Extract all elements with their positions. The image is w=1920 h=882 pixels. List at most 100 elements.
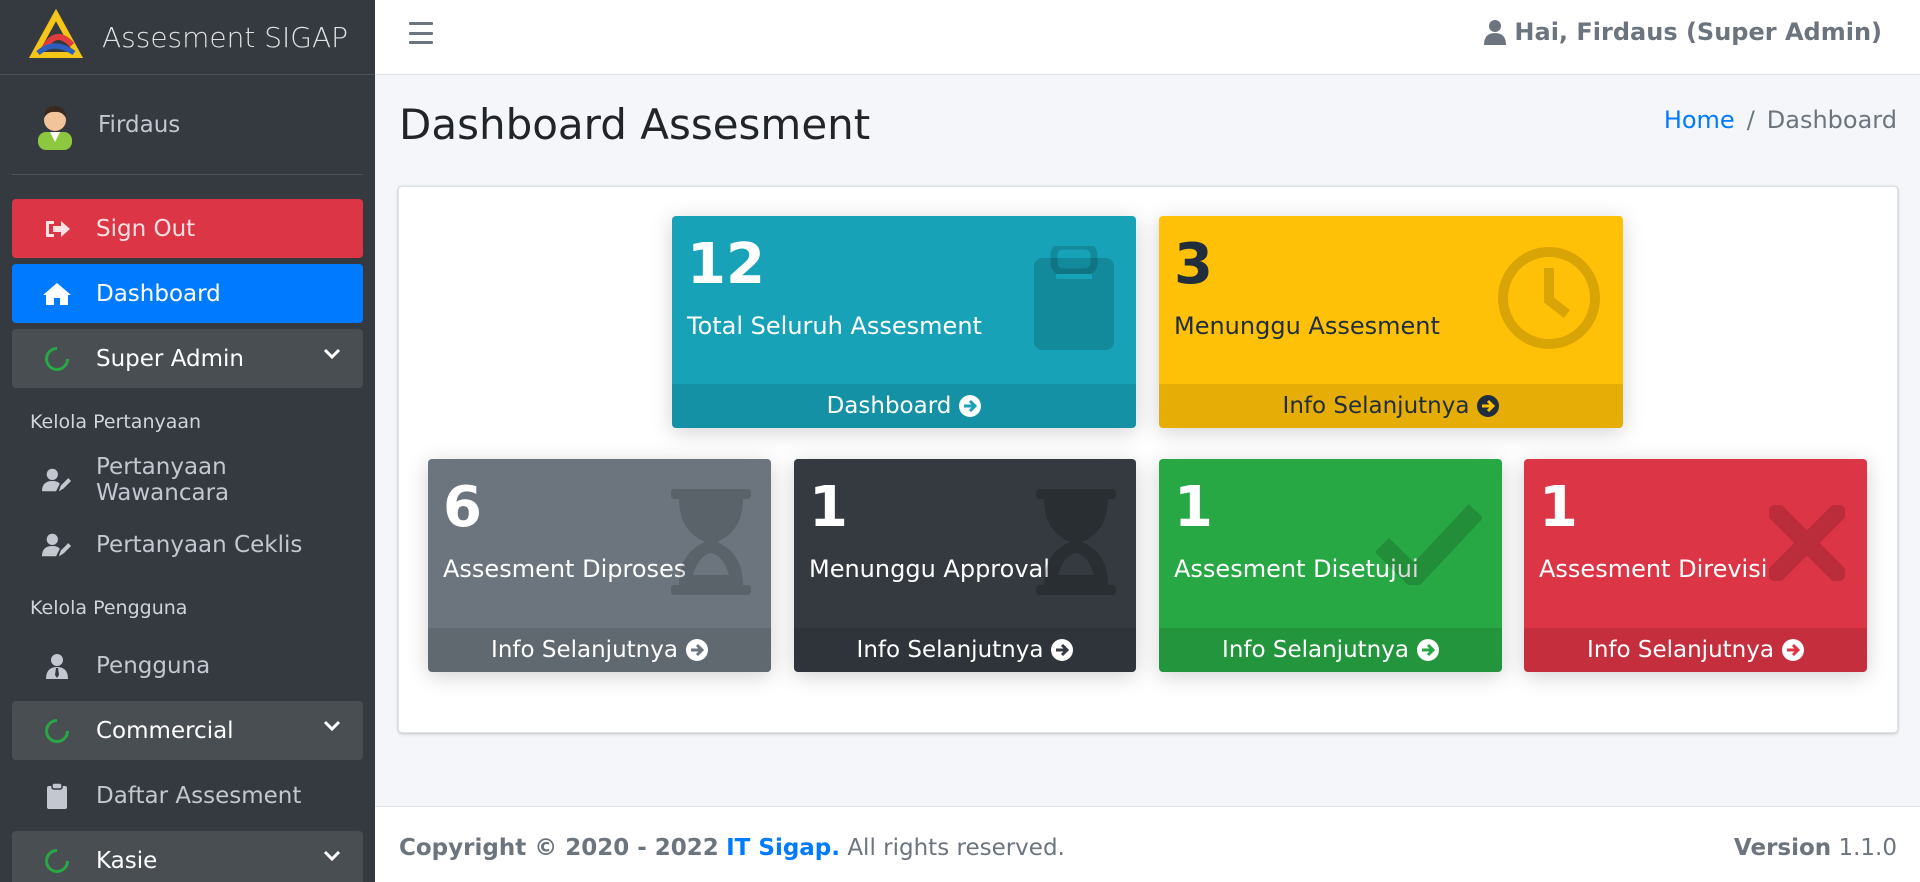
avatar <box>38 105 72 150</box>
box-label: Assesment Diproses <box>443 555 687 583</box>
sidebar-item-label: Pertanyaan Wawancara <box>96 453 230 506</box>
chevron-down-icon <box>323 850 341 862</box>
chevron-down-icon <box>323 720 341 732</box>
sidebar-item-label: Dashboard <box>96 280 221 307</box>
breadcrumb: Home / Dashboard <box>1664 106 1897 134</box>
sidebar-item-kasie[interactable]: Kasie <box>12 831 363 882</box>
company-link[interactable]: IT Sigap. <box>726 835 840 861</box>
user-panel-name: Firdaus <box>98 111 181 138</box>
box-value: 1 <box>809 475 848 540</box>
circle-notch-icon <box>40 341 74 376</box>
breadcrumb-separator: / <box>1746 106 1755 134</box>
box-footer-link[interactable]: Dashboard <box>672 384 1136 428</box>
hourglass-icon <box>671 489 751 595</box>
content-header: Dashboard Assesment Home / Dashboard <box>375 76 1920 186</box>
info-box-direvisi: 1 Assesment Direvisi Info Selanjutnya <box>1524 459 1867 672</box>
arrow-circle-right-icon <box>1051 639 1074 661</box>
info-box-approval: 1 Menunggu Approval Info Selanjutnya <box>794 459 1136 672</box>
sidebar-item-super-admin[interactable]: Super Admin <box>12 329 363 388</box>
rights-text: All rights reserved. <box>847 835 1065 861</box>
sidebar-item-pengguna[interactable]: Pengguna <box>12 636 363 695</box>
circle-notch-icon <box>40 713 74 748</box>
box-value: 12 <box>687 232 765 297</box>
arrow-circle-right-icon <box>1477 395 1500 417</box>
version-info: Version 1.1.0 <box>1734 835 1897 861</box>
clock-icon <box>1498 247 1600 349</box>
box-label: Menunggu Assesment <box>1174 312 1440 340</box>
box-value: 6 <box>443 475 482 540</box>
box-footer-label: Info Selanjutnya <box>1222 637 1409 663</box>
page-title: Dashboard Assesment <box>399 100 871 149</box>
box-label: Total Seluruh Assesment <box>687 312 982 340</box>
sidebar-item-dashboard[interactable]: Dashboard <box>12 264 363 323</box>
brand-link[interactable]: Assesment SIGAP <box>0 0 375 75</box>
box-footer-label: Info Selanjutnya <box>856 637 1044 663</box>
box-footer-link[interactable]: Info Selanjutnya <box>1524 628 1867 672</box>
box-label: Assesment Direvisi <box>1539 555 1768 583</box>
sidebar-item-sign-out[interactable]: Sign Out <box>12 199 363 258</box>
sidebar-item-daftar-assesment[interactable]: Daftar Assesment <box>12 766 363 825</box>
info-box-diproses: 6 Assesment Diproses Info Selanjutnya <box>428 459 771 672</box>
brand-logo-icon <box>28 9 84 58</box>
sidebar-item-label: Daftar Assesment <box>96 782 302 809</box>
user-panel[interactable]: Firdaus <box>12 75 363 175</box>
box-label: Menunggu Approval <box>809 555 1050 583</box>
main-header: Hai, Firdaus (Super Admin) <box>375 0 1920 75</box>
info-box-total: 12 Total Seluruh Assesment Dashboard <box>672 216 1136 428</box>
breadcrumb-home[interactable]: Home <box>1664 106 1735 134</box>
copyright: Copyright © 2020 - 2022 IT Sigap. All ri… <box>399 835 1065 861</box>
box-value: 3 <box>1174 232 1213 297</box>
menu-toggle-icon[interactable] <box>409 22 433 44</box>
home-icon <box>42 279 72 309</box>
user-icon <box>1484 20 1507 45</box>
box-value: 1 <box>1539 475 1578 540</box>
sidebar-item-label: Kasie <box>96 847 158 874</box>
brand-title: Assesment SIGAP <box>102 20 349 54</box>
box-footer-link[interactable]: Info Selanjutnya <box>1159 384 1623 428</box>
circle-notch-icon <box>40 843 74 878</box>
breadcrumb-current: Dashboard <box>1766 106 1897 134</box>
box-footer-link[interactable]: Info Selanjutnya <box>794 628 1136 672</box>
copyright-prefix: Copyright © 2020 - 2022 <box>399 835 719 861</box>
box-footer-link[interactable]: Info Selanjutnya <box>428 628 771 672</box>
clipboard-icon <box>1034 246 1114 350</box>
nav-header-kelola-pertanyaan: Kelola Pertanyaan <box>30 411 202 433</box>
info-box-menunggu: 3 Menunggu Assesment Info Selanjutnya <box>1159 216 1623 428</box>
arrow-circle-right-icon <box>1416 639 1439 661</box>
chevron-down-icon <box>323 348 341 360</box>
box-footer-link[interactable]: Info Selanjutnya <box>1159 628 1502 672</box>
main-footer: Copyright © 2020 - 2022 IT Sigap. All ri… <box>375 806 1920 882</box>
box-footer-label: Info Selanjutnya <box>491 637 678 663</box>
user-edit-icon <box>42 465 72 495</box>
arrow-circle-right-icon <box>959 395 982 417</box>
clipboard-icon <box>42 781 72 811</box>
sidebar-item-label: Sign Out <box>96 215 196 242</box>
user-tie-icon <box>42 651 72 681</box>
sidebar-nav: Sign Out Dashboard Super Admin Kelola Pe… <box>0 175 375 882</box>
user-greeting: Hai, Firdaus (Super Admin) <box>1514 18 1882 46</box>
nav-header-kelola-pengguna: Kelola Pengguna <box>30 597 188 619</box>
arrow-circle-right-icon <box>1781 639 1804 661</box>
sidebar-item-commercial[interactable]: Commercial <box>12 701 363 760</box>
user-menu[interactable]: Hai, Firdaus (Super Admin) <box>1484 18 1882 46</box>
box-value: 1 <box>1174 475 1213 540</box>
box-footer-label: Info Selanjutnya <box>1587 637 1774 663</box>
version-value: 1.1.0 <box>1838 835 1897 861</box>
sidebar-item-label: Super Admin <box>96 345 244 372</box>
sidebar-item-label: Commercial <box>96 717 234 744</box>
sidebar-item-pertanyaan-ceklis[interactable]: Pertanyaan Ceklis <box>12 515 363 574</box>
version-label: Version <box>1733 835 1832 861</box>
arrow-circle-right-icon <box>685 639 708 661</box>
info-box-disetujui: 1 Assesment Disetujui Info Selanjutnya <box>1159 459 1502 672</box>
sidebar-item-label: Pengguna <box>96 652 211 679</box>
main-sidebar: Assesment SIGAP Firdaus Sign Out Dashboa… <box>0 0 375 882</box>
sign-out-icon <box>42 214 72 244</box>
hourglass-icon <box>1036 489 1116 595</box>
check-icon <box>1376 504 1482 585</box>
box-footer-label: Info Selanjutnya <box>1282 393 1470 419</box>
sidebar-item-pertanyaan-wawancara[interactable]: Pertanyaan Wawancara <box>12 450 363 509</box>
times-icon <box>1769 505 1845 581</box>
user-edit-icon <box>42 530 72 560</box>
sidebar-item-label: Pertanyaan Ceklis <box>96 531 303 558</box>
box-footer-label: Dashboard <box>826 393 952 419</box>
